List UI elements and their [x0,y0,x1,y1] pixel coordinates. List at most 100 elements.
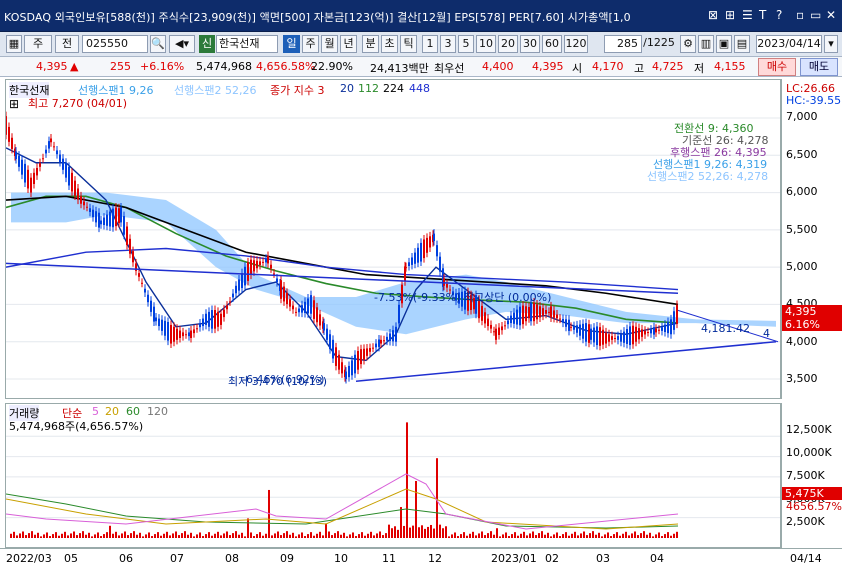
volume-bar [304,536,306,538]
volume-bar [529,533,531,538]
search-icon[interactable]: 🔍 [150,35,166,53]
candle-body [611,336,613,340]
period-tick[interactable]: 틱 [400,35,417,53]
candle-body [68,166,70,186]
period-month[interactable]: 월 [321,35,338,53]
period-week[interactable]: 주 [302,35,319,53]
volume-bar [619,535,621,538]
menu-icon[interactable]: ☰ [742,8,753,22]
maximize-icon[interactable]: ▭ [810,8,821,22]
volume-bar [319,531,321,538]
candle-body [369,348,371,352]
grid-icon[interactable]: ▦ [6,35,22,53]
candle-body [617,336,619,340]
window-icon-1[interactable]: ⊠ [708,8,718,22]
candle-body [155,317,157,322]
vol-ma60: 60 [126,405,140,418]
close-icon[interactable]: ✕ [826,8,836,22]
volume-bar [238,534,240,538]
volume-bar [121,533,123,538]
minimize-icon[interactable]: ▫ [796,8,804,22]
candle-body [301,305,303,313]
candle-body [205,313,207,325]
candle-body [576,325,578,333]
volume-bar [643,531,645,538]
candle-body [229,301,231,303]
text-icon[interactable]: T [759,8,766,22]
chart-type-icon[interactable]: ▥ [698,35,714,53]
volume-bar [316,533,318,538]
calendar-icon[interactable]: ▾ [824,35,838,53]
date-input[interactable]: 2023/04/14 [756,35,822,53]
interval-120[interactable]: 120 [564,35,588,53]
interval-20[interactable]: 20 [498,35,518,53]
stock-name-field[interactable]: 한국선재 [216,35,278,53]
volume-bar [598,532,600,538]
interval-30[interactable]: 30 [520,35,540,53]
candle-body [484,312,486,324]
volume-bar [604,534,606,538]
volume-bar [52,534,54,538]
interval-60[interactable]: 60 [542,35,562,53]
volume-bar [376,533,378,538]
candle-body [658,329,660,331]
open-price: 4,170 [592,60,624,73]
volume-chart[interactable]: 거래량 단순 5 20 60 120 5,474,968주(4,656.57%) [5,403,781,548]
volume-bar [427,526,429,538]
volume-bar [274,533,276,538]
candle-body [62,158,64,170]
period-minute[interactable]: 분 [362,35,379,53]
candle-body [562,318,564,323]
code-input[interactable]: 025550 [82,35,148,53]
candle-body [123,216,125,235]
period-second[interactable]: 초 [381,35,398,53]
volume-bar [187,534,189,538]
volume-bar [571,533,573,538]
candle-body [126,226,128,246]
interval-1[interactable]: 1 [422,35,438,53]
period-select[interactable]: 전 [55,35,79,53]
price-chart[interactable]: 한국선재 선행스팬1 9,26 선행스팬2 52,26 종가 지수 3 20 1… [5,79,781,399]
interval-10[interactable]: 10 [476,35,496,53]
candle-body [553,310,555,318]
tool-icon-1[interactable]: ⚙ [680,35,696,53]
volume-bar [607,532,609,538]
volume-bar [259,532,261,538]
candle-body [259,261,261,266]
candle-body [433,233,435,242]
candle-body [408,262,410,267]
candle-body [605,332,607,344]
candle-body [273,273,275,275]
best-ask: 4,400 [482,60,514,73]
sell-button[interactable]: 매도 [800,58,838,76]
candle-body [596,326,598,346]
candle-body [74,180,76,196]
grid-view-icon[interactable]: ▤ [734,35,750,53]
legend-ma224: 224 [383,82,404,95]
interval-5[interactable]: 5 [458,35,474,53]
period-day[interactable]: 일 [283,35,300,53]
volume-bar [88,532,90,538]
period-year[interactable]: 년 [340,35,357,53]
help-icon[interactable]: ? [776,8,782,22]
candle-body [641,329,643,337]
buy-button[interactable]: 매수 [758,58,796,76]
count-input[interactable]: 285 [604,35,642,53]
volume-bar [169,535,171,538]
volume-bar [394,526,396,538]
high-price: 4,725 [652,60,684,73]
candle-body [550,306,552,318]
volume-bar [166,531,168,538]
save-icon[interactable]: ▣ [716,35,732,53]
candle-body [378,339,380,347]
candle-body [173,326,175,342]
window-icon-2[interactable]: ⊞ [725,8,735,22]
candle-body [360,349,362,365]
interval-3[interactable]: 3 [440,35,456,53]
volume-bar [310,532,312,538]
type-select[interactable]: 주 [24,35,52,53]
date-tick: 10 [334,552,348,565]
candle-body [241,273,243,289]
sound-icon[interactable]: ◀▾ [169,35,195,53]
volume-bar [460,534,462,538]
